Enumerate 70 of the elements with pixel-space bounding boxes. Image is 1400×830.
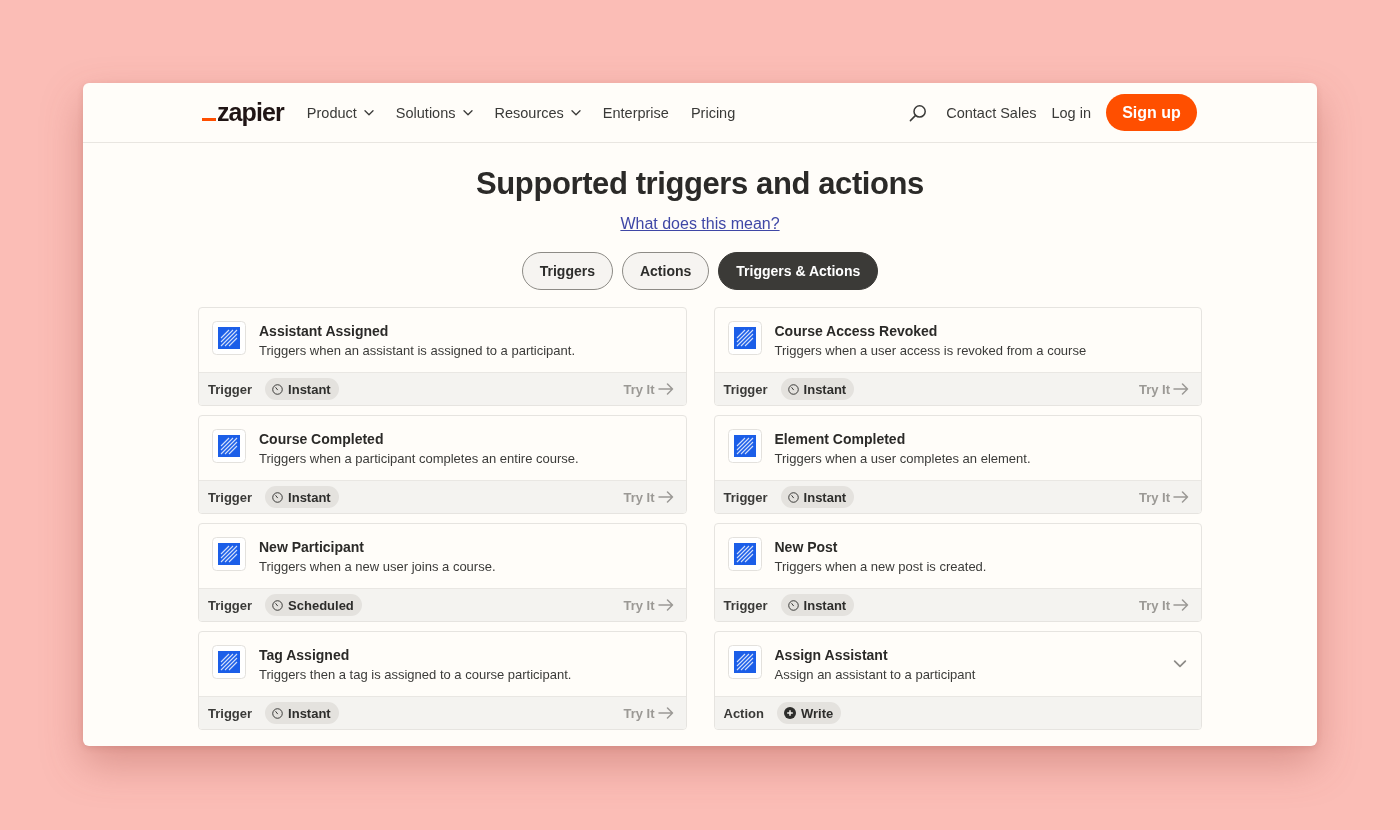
- arrow-right-icon: [657, 383, 674, 395]
- nav-menu-link[interactable]: Resources: [494, 102, 581, 123]
- login-link[interactable]: Log in: [1051, 102, 1091, 123]
- clock-icon: [787, 383, 799, 395]
- search-icon[interactable]: [909, 103, 928, 122]
- type-label: Trigger: [208, 597, 253, 613]
- app-icon: [212, 645, 246, 679]
- app-icon: [727, 321, 762, 355]
- logo[interactable]: zapier: [202, 99, 284, 126]
- arrow-right-icon: [1173, 491, 1189, 503]
- app-icon: [727, 537, 762, 571]
- arrow-right-icon: [657, 707, 674, 719]
- chevron-down-icon[interactable]: [1173, 660, 1187, 668]
- mode-tag: Instant: [265, 378, 339, 400]
- type-label: Trigger: [208, 705, 253, 721]
- mode-tag: Instant: [780, 378, 855, 400]
- arrow-right-icon: [657, 599, 674, 611]
- mode-tag: Instant: [265, 486, 339, 508]
- nav-link[interactable]: Enterprise: [602, 102, 669, 123]
- app-icon: [212, 321, 246, 355]
- mode-tag: Instant: [780, 486, 855, 508]
- arrow-right-icon: [1173, 599, 1189, 611]
- clock-icon: [787, 599, 799, 611]
- clock-icon: [787, 491, 799, 503]
- card-description: Triggers when a participant completes an entire course.: [259, 450, 580, 468]
- card-description: Triggers when a user completes an element.: [774, 450, 1032, 468]
- card-title: Element Completed: [774, 430, 907, 449]
- arrow-right-icon: [1173, 383, 1189, 395]
- mode-tag: Instant: [780, 594, 855, 616]
- card-title: Course Completed: [259, 430, 385, 449]
- filter-tab[interactable]: Triggers & Actions: [718, 252, 879, 290]
- card-title: Assign Assistant: [774, 646, 889, 665]
- card-description: Triggers when a new user joins a course.: [259, 558, 497, 576]
- app-icon: [727, 429, 762, 463]
- type-label: Trigger: [208, 381, 253, 397]
- mode-tag: Instant: [265, 702, 339, 724]
- card-title: New Participant: [259, 538, 366, 557]
- card-description: Triggers when an assistant is assigned to a participant.: [259, 342, 577, 360]
- card-description: Assign an assistant to a participant: [774, 666, 977, 684]
- card-title: Course Access Revoked: [774, 322, 939, 341]
- card-description: Triggers when a new post is created.: [774, 558, 988, 576]
- clock-icon: [272, 599, 284, 611]
- arrow-right-icon: [657, 491, 674, 503]
- help-link[interactable]: What does this mean?: [620, 214, 780, 234]
- type-label: Trigger: [723, 381, 768, 397]
- page-title: Supported triggers and actions: [476, 166, 924, 202]
- filter-tab[interactable]: Actions: [621, 252, 710, 290]
- type-label: Trigger: [208, 489, 253, 505]
- card-title: Tag Assigned: [259, 646, 351, 665]
- card-title: Assistant Assigned: [259, 322, 390, 341]
- plus-circle-icon: [783, 707, 796, 719]
- app-icon: [212, 537, 246, 571]
- type-label: Trigger: [723, 597, 768, 613]
- type-label: Trigger: [723, 489, 768, 505]
- mode-tag: Scheduled: [265, 594, 362, 616]
- nav-link[interactable]: Pricing: [690, 102, 736, 123]
- card-title: New Post: [774, 538, 839, 557]
- card-description: Triggers when a user access is revoked from a course: [774, 342, 1088, 360]
- mode-tag: Write: [776, 702, 842, 724]
- app-icon: [727, 645, 762, 679]
- nav-menu-link[interactable]: Product: [306, 102, 374, 123]
- card-description: Triggers then a tag is assigned to a course participant.: [259, 666, 573, 684]
- clock-icon: [272, 707, 284, 719]
- nav-menu-link[interactable]: Solutions: [395, 102, 473, 123]
- type-label: Action: [723, 705, 764, 721]
- contact-sales-link[interactable]: Contact Sales: [946, 102, 1037, 123]
- filter-tab[interactable]: Triggers: [521, 252, 613, 290]
- app-icon: [212, 429, 246, 463]
- clock-icon: [272, 491, 284, 503]
- clock-icon: [272, 383, 284, 395]
